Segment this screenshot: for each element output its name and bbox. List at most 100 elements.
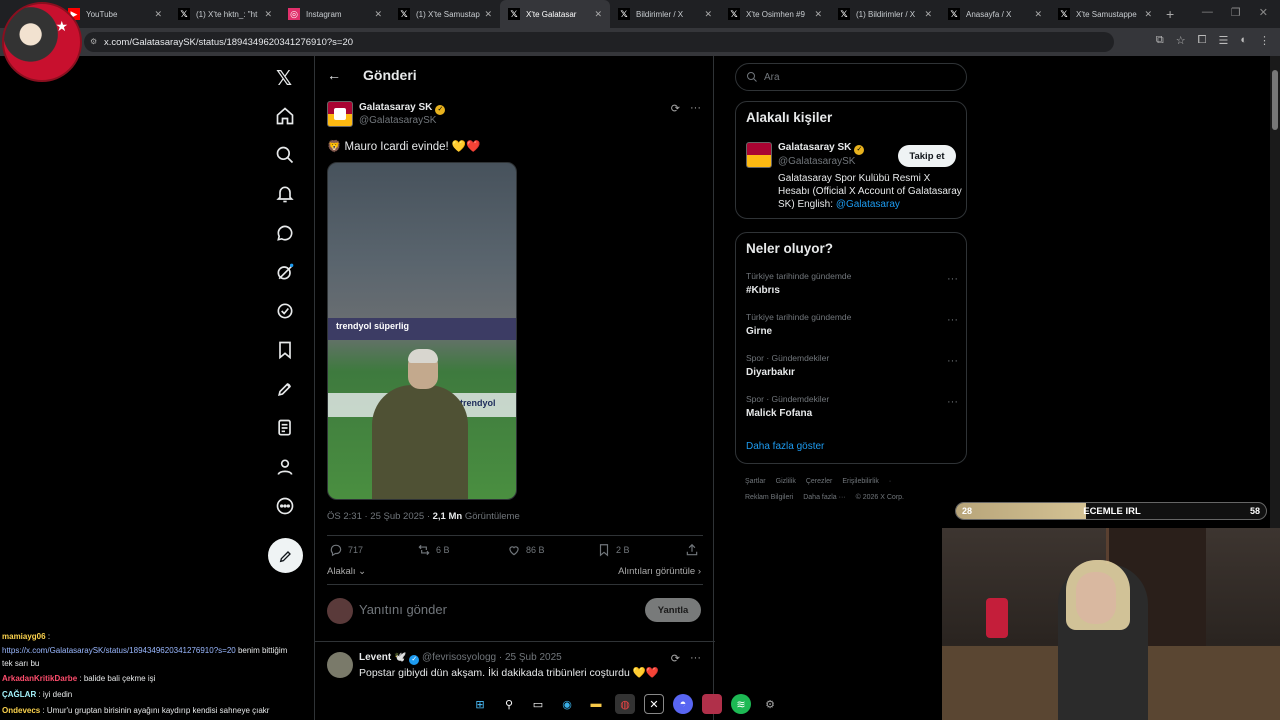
footer-link[interactable]: Reklam Bilgileri bbox=[745, 494, 793, 501]
close-tab-icon[interactable]: ✕ bbox=[1034, 9, 1042, 20]
discord-icon[interactable]: ◓ bbox=[673, 694, 693, 714]
bookmark-star-icon[interactable]: ☆ bbox=[1176, 34, 1186, 47]
post-video[interactable]: trendyol süperlig trendyol bbox=[327, 162, 517, 500]
close-tab-icon[interactable]: ✕ bbox=[484, 9, 492, 20]
trend-more-icon[interactable]: ··· bbox=[947, 355, 958, 367]
close-tab-icon[interactable]: ✕ bbox=[374, 9, 382, 20]
x-app-icon[interactable]: ✕ bbox=[644, 694, 664, 714]
reading-list-icon[interactable]: ☰ bbox=[1218, 34, 1228, 47]
post-timestamp[interactable]: ÖS 2:31 · 25 Şub 2025 · bbox=[327, 511, 433, 522]
browser-tab[interactable]: ◎ Instagram ✕ bbox=[280, 0, 390, 28]
reply-author-handle[interactable]: @fevrisosyologg · 25 Şub 2025 bbox=[422, 652, 562, 663]
taskbar-search-icon[interactable]: ⚲ bbox=[499, 694, 519, 714]
bookmarks-icon[interactable] bbox=[266, 331, 304, 369]
sort-relevance-dropdown[interactable]: Alakalı ⌄ bbox=[327, 566, 366, 577]
author-avatar[interactable] bbox=[327, 101, 353, 127]
search-input[interactable]: Ara bbox=[735, 63, 967, 91]
reply-input[interactable]: Yanıtını gönder bbox=[359, 602, 447, 617]
browser-tab[interactable]: 𝕏 (1) X'te hktn_: "ht ✕ bbox=[170, 0, 280, 28]
close-tab-icon[interactable]: ✕ bbox=[1144, 9, 1152, 20]
follow-button[interactable]: Takip et bbox=[898, 145, 956, 167]
reply-author-name[interactable]: Levent 🕊️ bbox=[359, 652, 406, 663]
compose-post-button[interactable] bbox=[268, 538, 303, 573]
close-tab-icon[interactable]: ✕ bbox=[594, 9, 602, 20]
trend-item[interactable]: Spor · Gündemdekiler Diyarbakır ··· bbox=[746, 353, 958, 378]
verified-orgs-icon[interactable] bbox=[266, 292, 304, 330]
trend-more-icon[interactable]: ··· bbox=[947, 314, 958, 326]
extensions-icon[interactable]: ⧠ bbox=[1198, 34, 1207, 47]
close-tab-icon[interactable]: ✕ bbox=[814, 9, 822, 20]
close-tab-icon[interactable]: ✕ bbox=[154, 9, 162, 20]
app-icon[interactable] bbox=[702, 694, 722, 714]
footer-link[interactable]: · bbox=[889, 478, 891, 485]
browser-tab[interactable]: 𝕏 X'te Osimhen #9 ✕ bbox=[720, 0, 830, 28]
rocket-icon[interactable] bbox=[266, 370, 304, 408]
browser-tab[interactable]: 𝕏 (1) Bildirimler / X ✕ bbox=[830, 0, 940, 28]
minimize-icon[interactable]: — bbox=[1202, 6, 1213, 19]
url-field[interactable]: ⚙ x.com/GalatasaraySK/status/18943496203… bbox=[84, 32, 1114, 52]
back-arrow-icon[interactable]: ← bbox=[327, 67, 341, 83]
profile-nav-icon[interactable] bbox=[266, 448, 304, 486]
settings-icon[interactable]: ⚙ bbox=[760, 694, 780, 714]
post-more-icon[interactable]: ··· bbox=[690, 102, 701, 115]
grok-explain-icon[interactable]: ⟳ bbox=[671, 652, 680, 665]
share-button[interactable] bbox=[685, 543, 699, 557]
close-window-icon[interactable]: ✕ bbox=[1259, 6, 1268, 19]
home-icon[interactable] bbox=[266, 97, 304, 135]
spotify-icon[interactable]: ≋ bbox=[731, 694, 751, 714]
profile-icon[interactable]: ◐ bbox=[1240, 34, 1247, 47]
install-app-icon[interactable]: ⧉ bbox=[1156, 34, 1164, 47]
reply-author-avatar[interactable] bbox=[327, 652, 353, 678]
footer-link[interactable]: Gizlilik bbox=[776, 478, 796, 485]
close-tab-icon[interactable]: ✕ bbox=[264, 9, 272, 20]
browser-tab[interactable]: 𝕏 X'te Samustappe ✕ bbox=[1050, 0, 1160, 28]
show-more-link[interactable]: Daha fazla göster bbox=[746, 441, 824, 452]
related-name[interactable]: Galatasaray SK ✓ bbox=[778, 142, 865, 155]
browser-menu-icon[interactable]: ⋮ bbox=[1259, 34, 1270, 47]
view-quotes-link[interactable]: Alıntıları görüntüle › bbox=[618, 566, 701, 577]
browser-tab[interactable]: 𝕏 Bildirimler / X ✕ bbox=[610, 0, 720, 28]
edge-icon[interactable]: ◉ bbox=[557, 694, 577, 714]
footer-link[interactable]: Şartlar bbox=[745, 478, 766, 485]
footer-link[interactable]: © 2026 X Corp. bbox=[856, 494, 904, 501]
scrollbar-thumb[interactable] bbox=[1272, 70, 1278, 130]
footer-link[interactable]: Erişilebilirlik bbox=[842, 478, 879, 485]
trend-item[interactable]: Spor · Gündemdekiler Malick Fofana ··· bbox=[746, 394, 958, 419]
task-view-icon[interactable]: ▭ bbox=[528, 694, 548, 714]
trend-item[interactable]: Türkiye tarihinde gündemde #Kıbrıs ··· bbox=[746, 271, 958, 296]
notifications-bell-icon[interactable] bbox=[266, 175, 304, 213]
grok-explain-icon[interactable]: ⟳ bbox=[671, 102, 680, 115]
related-bio-link[interactable]: @Galatasaray bbox=[836, 199, 900, 210]
grok-icon[interactable] bbox=[266, 253, 304, 291]
site-info-icon[interactable]: ⚙ bbox=[90, 37, 100, 47]
browser-tab[interactable]: 𝕏 Anasayfa / X ✕ bbox=[940, 0, 1050, 28]
footer-link[interactable]: Çerezler bbox=[806, 478, 832, 485]
reply-submit-button[interactable]: Yanıtla bbox=[645, 598, 701, 622]
reply-button[interactable]: 717 bbox=[329, 543, 417, 557]
chat-link[interactable]: https://x.com/GalatasaraySK/status/18943… bbox=[2, 646, 236, 655]
explore-search-icon[interactable] bbox=[266, 136, 304, 174]
reply-more-icon[interactable]: ··· bbox=[690, 652, 701, 665]
browser-tab[interactable]: 𝕏 X'te Galatasar ✕ bbox=[500, 0, 610, 28]
chrome-icon[interactable]: ◍ bbox=[615, 694, 635, 714]
like-button[interactable]: 86 B bbox=[507, 543, 597, 557]
x-logo-icon[interactable]: 𝕏 bbox=[276, 66, 292, 91]
trend-more-icon[interactable]: ··· bbox=[947, 396, 958, 408]
maximize-icon[interactable]: ❐ bbox=[1231, 6, 1241, 19]
close-tab-icon[interactable]: ✕ bbox=[704, 9, 712, 20]
footer-link[interactable]: Daha fazla ··· bbox=[803, 494, 845, 501]
lists-icon[interactable] bbox=[266, 409, 304, 447]
more-options-icon[interactable] bbox=[266, 487, 304, 525]
close-tab-icon[interactable]: ✕ bbox=[924, 9, 932, 20]
related-handle[interactable]: @GalatasaraySK bbox=[778, 156, 855, 167]
trend-more-icon[interactable]: ··· bbox=[947, 273, 958, 285]
file-explorer-icon[interactable]: ▬ bbox=[586, 694, 606, 714]
repost-button[interactable]: 6 B bbox=[417, 543, 507, 557]
author-name[interactable]: Galatasaray SK ✓ bbox=[359, 102, 446, 115]
author-handle[interactable]: @GalatasaraySK bbox=[359, 115, 436, 126]
related-avatar[interactable] bbox=[746, 142, 772, 168]
new-tab-button[interactable]: + bbox=[1166, 6, 1174, 22]
bookmark-button[interactable]: 2 B bbox=[597, 543, 685, 557]
start-icon[interactable]: ⊞ bbox=[470, 694, 490, 714]
browser-tab[interactable]: 𝕏 (1) X'te Samustap ✕ bbox=[390, 0, 500, 28]
